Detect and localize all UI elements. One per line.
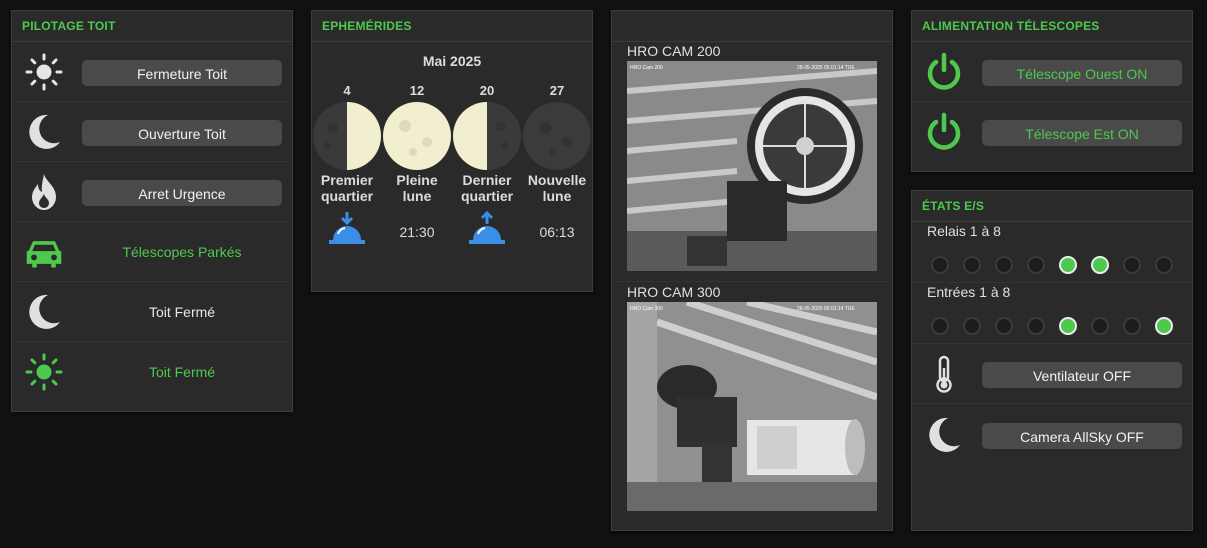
thermometer-icon	[924, 354, 964, 394]
card-title: PILOTAGE TOIT	[12, 11, 292, 42]
power-icon	[924, 112, 964, 152]
phase-day: 12	[409, 83, 425, 98]
entrees-leds	[912, 302, 1192, 342]
telescope-ouest-button[interactable]: Télescope Ouest ON	[982, 60, 1182, 86]
phase-name-line2: lune	[542, 188, 572, 204]
new-moon-icon	[523, 102, 591, 170]
card-title	[612, 11, 892, 42]
moon-icon	[924, 415, 964, 455]
full-moon-icon	[383, 102, 451, 170]
row-arret-urgence: Arret Urgence	[12, 162, 292, 222]
toit-ferme-status: Toit Fermé	[148, 304, 216, 320]
entrees-label: Entrées 1 à 8	[927, 284, 1011, 300]
card-title: ÉTATS E/S	[912, 191, 1192, 222]
phase-day: 4	[343, 83, 351, 98]
entree-led-2	[963, 317, 981, 335]
phase-name-line2: quartier	[460, 188, 514, 204]
toit-ferme-status-green: Toit Fermé	[148, 364, 216, 380]
relais-led-5	[1059, 256, 1077, 274]
phase-nouvelle-lune: 27 Nouvelle lune 06:13	[522, 83, 592, 240]
row-ouverture-toit: Ouverture Toit	[12, 102, 292, 162]
phase-time: 06:13	[539, 224, 575, 240]
arret-urgence-button[interactable]: Arret Urgence	[82, 180, 282, 206]
entree-led-7	[1123, 317, 1141, 335]
entree-led-3	[995, 317, 1013, 335]
relais-led-7	[1123, 256, 1141, 274]
phase-time: 21:30	[399, 224, 435, 240]
camera-overlay-text: HRO Cam 300	[630, 306, 663, 312]
fire-icon	[24, 172, 64, 212]
row-toit-ferme-2: Toit Fermé	[12, 342, 292, 402]
power-icon	[924, 52, 964, 92]
sun-icon	[24, 52, 64, 92]
ouverture-toit-button[interactable]: Ouverture Toit	[82, 120, 282, 146]
car-icon	[24, 232, 64, 272]
telescopes-parkes-status: Télescopes Parkés	[122, 244, 242, 260]
phase-name-line1: Nouvelle	[527, 172, 587, 188]
camera-overlay-timestamp: 28-05-2025 05:01:14 TUE	[797, 306, 855, 312]
phase-pleine-lune: 12 Pleine lune 21:30	[382, 83, 452, 240]
relais-led-2	[963, 256, 981, 274]
moon-icon	[24, 112, 64, 152]
row-telescopes-parkes: Télescopes Parkés	[12, 222, 292, 282]
row-toit-ferme-1: Toit Fermé	[12, 282, 292, 342]
phase-name-line1: Dernier	[462, 172, 512, 188]
row-fermeture-toit: Fermeture Toit	[12, 42, 292, 102]
relais-leds	[912, 241, 1192, 281]
phase-day: 27	[549, 83, 565, 98]
camera-allsky-button[interactable]: Camera AllSky OFF	[982, 423, 1182, 449]
ephemerides-card: EPHEMÉRIDES Mai 2025 4 Premier quartier …	[311, 10, 593, 292]
card-title: EPHEMÉRIDES	[312, 11, 592, 42]
camera-label: HRO CAM 200	[627, 43, 721, 59]
row-telescope-ouest: Télescope Ouest ON	[912, 42, 1192, 102]
divider	[612, 281, 892, 282]
phase-name-line1: Pleine	[396, 172, 438, 188]
camera-overlay-timestamp: 28-05-2025 05:01:14 TUE	[797, 65, 855, 71]
entree-led-5	[1059, 317, 1077, 335]
divider	[912, 282, 1192, 283]
fermeture-toit-button[interactable]: Fermeture Toit	[82, 60, 282, 86]
entree-led-8	[1155, 317, 1173, 335]
phase-name-line2: lune	[402, 188, 432, 204]
cameras-card: HRO CAM 200 HRO Cam 200 28-05-2025 05:01…	[611, 10, 893, 531]
etats-es-card: ÉTATS E/S Relais 1 à 8 Entrées 1 à 8 Ven…	[911, 190, 1193, 531]
last-quarter-moon-icon	[453, 102, 521, 170]
camera-label: HRO CAM 300	[627, 284, 721, 300]
row-camera-allsky: Camera AllSky OFF	[912, 405, 1192, 465]
camera-overlay-text: HRO Cam 200	[630, 65, 663, 71]
month-label: Mai 2025	[422, 53, 482, 69]
row-ventilateur: Ventilateur OFF	[912, 344, 1192, 404]
entree-led-1	[931, 317, 949, 335]
entree-led-4	[1027, 317, 1045, 335]
alimentation-telescopes-card: ALIMENTATION TÉLESCOPES Télescope Ouest …	[911, 10, 1193, 172]
phase-name-line2: quartier	[320, 188, 374, 204]
camera-feed-hro-cam-300[interactable]: HRO Cam 300 28-05-2025 05:01:14 TUE	[627, 302, 877, 511]
phase-day: 20	[479, 83, 495, 98]
card-title: ALIMENTATION TÉLESCOPES	[912, 11, 1192, 42]
entree-led-6	[1091, 317, 1109, 335]
pilotage-toit-card: PILOTAGE TOIT Fermeture Toit Ouverture T…	[11, 10, 293, 412]
relais-label: Relais 1 à 8	[927, 223, 1001, 239]
first-quarter-moon-icon	[313, 102, 381, 170]
relais-led-8	[1155, 256, 1173, 274]
camera-feed-hro-cam-200[interactable]: HRO Cam 200 28-05-2025 05:01:14 TUE	[627, 61, 877, 271]
sun-icon	[24, 352, 64, 392]
phase-premier-quartier: 4 Premier quartier	[312, 83, 382, 246]
telescope-est-button[interactable]: Télescope Est ON	[982, 120, 1182, 146]
relais-led-4	[1027, 256, 1045, 274]
phase-dernier-quartier: 20 Dernier quartier	[452, 83, 522, 246]
ventilateur-button[interactable]: Ventilateur OFF	[982, 362, 1182, 388]
phase-name-line1: Premier	[320, 172, 374, 188]
bell-down-icon	[325, 210, 369, 246]
bell-up-icon	[465, 210, 509, 246]
relais-led-1	[931, 256, 949, 274]
relais-led-6	[1091, 256, 1109, 274]
moon-icon	[24, 292, 64, 332]
relais-led-3	[995, 256, 1013, 274]
row-telescope-est: Télescope Est ON	[912, 102, 1192, 162]
